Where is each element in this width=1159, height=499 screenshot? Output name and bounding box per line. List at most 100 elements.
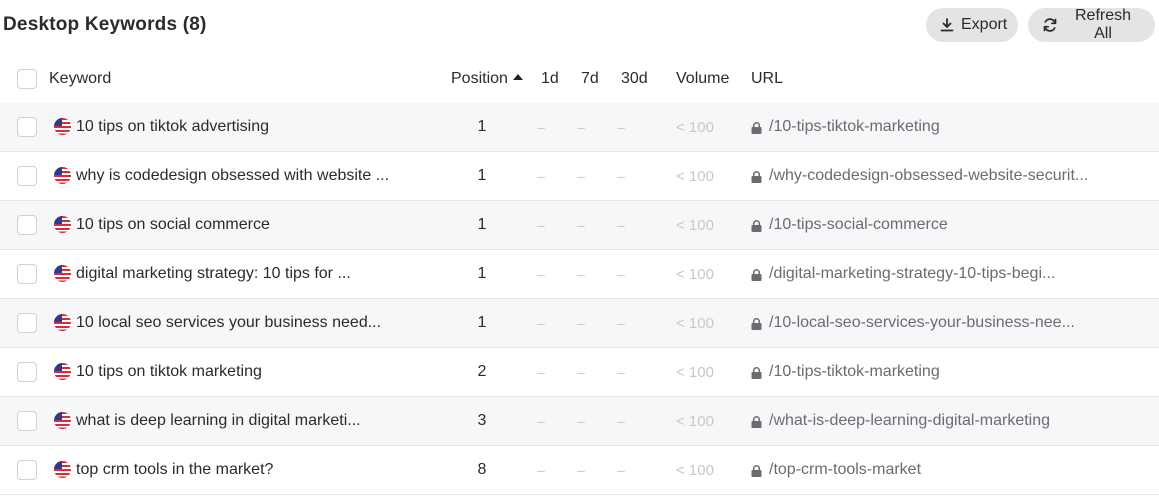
column-7d[interactable]: 7d — [581, 70, 599, 88]
column-30d[interactable]: 30d — [621, 70, 648, 88]
change-7d: – — [577, 315, 585, 331]
refresh-label: Refresh All — [1074, 7, 1132, 42]
sort-ascending-icon — [512, 74, 523, 80]
change-7d: – — [577, 462, 585, 478]
export-label: Export — [961, 16, 1008, 33]
change-30d: – — [617, 315, 625, 331]
row-checkbox[interactable] — [17, 264, 37, 284]
us-flag-icon — [54, 216, 71, 233]
column-url[interactable]: URL — [751, 70, 783, 88]
page-header: Desktop Keywords (8) Export Refresh All — [0, 0, 1159, 52]
row-checkbox[interactable] — [17, 460, 37, 480]
change-7d: – — [577, 217, 585, 233]
position-value: 1 — [477, 265, 487, 282]
url-link[interactable]: /10-tips-tiktok-marketing — [769, 363, 940, 381]
position-value: 8 — [477, 461, 487, 478]
volume-value: < 100 — [676, 315, 714, 332]
table-row[interactable]: digital marketing strategy: 10 tips for … — [0, 250, 1159, 299]
url-link[interactable]: /what-is-deep-learning-digital-marketing — [769, 412, 1050, 430]
us-flag-icon — [54, 265, 71, 282]
position-value: 1 — [477, 216, 487, 233]
us-flag-icon — [54, 314, 71, 331]
url-link[interactable]: /10-tips-social-commerce — [769, 216, 948, 234]
keyword-text[interactable]: 10 tips on tiktok marketing — [76, 363, 262, 381]
keyword-text[interactable]: what is deep learning in digital marketi… — [76, 412, 361, 430]
keyword-text[interactable]: digital marketing strategy: 10 tips for … — [76, 265, 351, 283]
download-icon — [940, 18, 954, 32]
keyword-text[interactable]: 10 tips on tiktok advertising — [76, 118, 269, 136]
table-header: Keyword Position 1d 7d 30d Volume URL — [0, 58, 1159, 102]
change-7d: – — [577, 266, 585, 282]
change-1d: – — [537, 266, 545, 282]
table-row[interactable]: 10 tips on social commerce 1 – – – < 100… — [0, 201, 1159, 250]
us-flag-icon — [54, 118, 71, 135]
position-value: 1 — [477, 167, 487, 184]
change-30d: – — [617, 266, 625, 282]
row-checkbox[interactable] — [17, 313, 37, 333]
lock-icon — [751, 170, 762, 188]
url-link[interactable]: /why-codedesign-obsessed-website-securit… — [769, 167, 1088, 185]
column-volume[interactable]: Volume — [676, 70, 729, 88]
change-30d: – — [617, 119, 625, 135]
change-1d: – — [537, 413, 545, 429]
url-link[interactable]: /10-local-seo-services-your-business-nee… — [769, 314, 1075, 332]
volume-value: < 100 — [676, 168, 714, 185]
table-row[interactable]: 10 tips on tiktok marketing 2 – – – < 10… — [0, 348, 1159, 397]
lock-icon — [751, 268, 762, 286]
keywords-table-body: 10 tips on tiktok advertising 1 – – – < … — [0, 103, 1159, 495]
lock-icon — [751, 317, 762, 335]
change-7d: – — [577, 168, 585, 184]
volume-value: < 100 — [676, 413, 714, 430]
lock-icon — [751, 219, 762, 237]
change-7d: – — [577, 413, 585, 429]
us-flag-icon — [54, 461, 71, 478]
change-30d: – — [617, 217, 625, 233]
keyword-text[interactable]: 10 tips on social commerce — [76, 216, 270, 234]
row-checkbox[interactable] — [17, 411, 37, 431]
row-checkbox[interactable] — [17, 117, 37, 137]
change-30d: – — [617, 168, 625, 184]
table-row[interactable]: why is codedesign obsessed with website … — [0, 152, 1159, 201]
row-checkbox[interactable] — [17, 215, 37, 235]
column-keyword[interactable]: Keyword — [49, 70, 111, 88]
row-checkbox[interactable] — [17, 166, 37, 186]
lock-icon — [751, 366, 762, 384]
position-value: 1 — [477, 118, 487, 135]
url-link[interactable]: /top-crm-tools-market — [769, 461, 921, 479]
change-30d: – — [617, 462, 625, 478]
page-title: Desktop Keywords (8) — [3, 14, 207, 35]
change-1d: – — [537, 119, 545, 135]
us-flag-icon — [54, 412, 71, 429]
table-row[interactable]: 10 tips on tiktok advertising 1 – – – < … — [0, 103, 1159, 152]
column-1d[interactable]: 1d — [541, 70, 559, 88]
table-row[interactable]: what is deep learning in digital marketi… — [0, 397, 1159, 446]
url-link[interactable]: /10-tips-tiktok-marketing — [769, 118, 940, 136]
table-row[interactable]: top crm tools in the market? 8 – – – < 1… — [0, 446, 1159, 495]
change-7d: – — [577, 364, 585, 380]
keyword-text[interactable]: why is codedesign obsessed with website … — [76, 167, 389, 185]
select-all-checkbox[interactable] — [17, 69, 37, 89]
export-button[interactable]: Export — [926, 8, 1018, 42]
change-30d: – — [617, 364, 625, 380]
table-row[interactable]: 10 local seo services your business need… — [0, 299, 1159, 348]
volume-value: < 100 — [676, 217, 714, 234]
change-1d: – — [537, 217, 545, 233]
refresh-icon — [1042, 17, 1058, 33]
position-value: 3 — [477, 412, 487, 429]
volume-value: < 100 — [676, 462, 714, 479]
volume-value: < 100 — [676, 119, 714, 136]
lock-icon — [751, 464, 762, 482]
change-7d: – — [577, 119, 585, 135]
column-position[interactable]: Position — [451, 70, 523, 88]
url-link[interactable]: /digital-marketing-strategy-10-tips-begi… — [769, 265, 1055, 283]
row-checkbox[interactable] — [17, 362, 37, 382]
volume-value: < 100 — [676, 266, 714, 283]
keyword-text[interactable]: top crm tools in the market? — [76, 461, 273, 479]
lock-icon — [751, 415, 762, 433]
refresh-all-button[interactable]: Refresh All — [1028, 7, 1155, 42]
change-1d: – — [537, 168, 545, 184]
position-value: 2 — [477, 363, 487, 380]
volume-value: < 100 — [676, 364, 714, 381]
keyword-text[interactable]: 10 local seo services your business need… — [76, 314, 381, 332]
change-1d: – — [537, 462, 545, 478]
